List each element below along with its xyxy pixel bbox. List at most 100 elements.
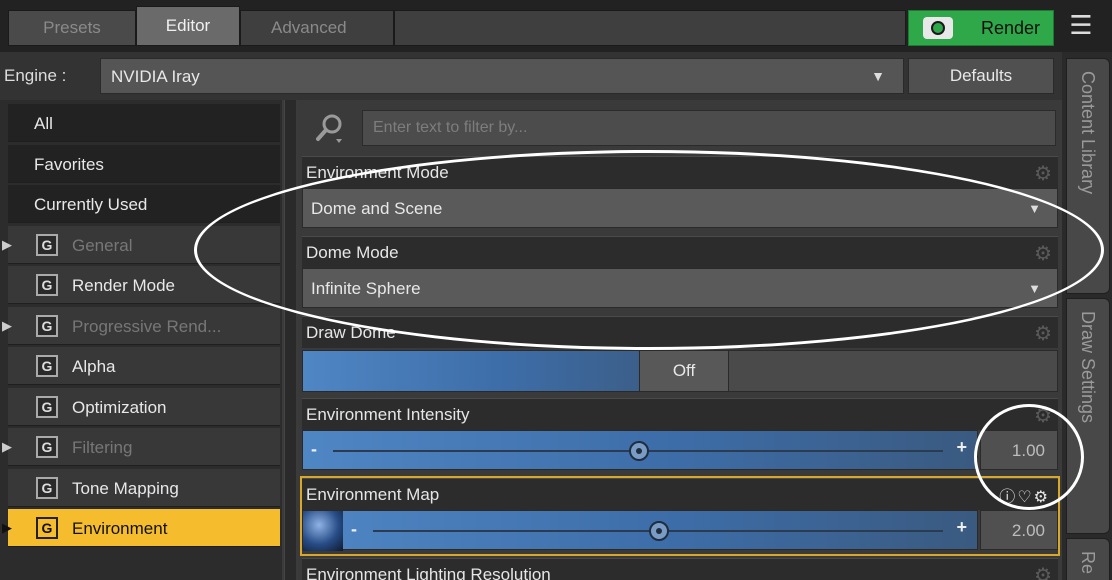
env-intensity-label: Environment Intensity	[306, 405, 470, 424]
sidebar-item-all[interactable]: All	[8, 104, 280, 142]
env-mode-label: Environment Mode	[306, 163, 449, 182]
gear-icon[interactable]: ⚙	[1034, 161, 1052, 186]
tab-presets[interactable]: Presets	[8, 10, 136, 46]
sidebar-item-label: Tone Mapping	[72, 478, 179, 498]
draw-dome-off-button[interactable]: Off	[639, 351, 729, 391]
env-intensity-value[interactable]: 1.00	[980, 430, 1058, 470]
category-list: All Favorites Currently Used ▶ G General G Rend…	[0, 100, 282, 580]
sidebar-item-label: All	[34, 114, 53, 133]
group-icon: G	[36, 395, 58, 418]
camera-icon	[923, 17, 953, 39]
filter-input[interactable]	[362, 110, 1056, 146]
engine-label: Engine :	[4, 66, 67, 85]
env-mode-dropdown[interactable]: Dome and Scene ▼	[302, 188, 1058, 228]
render-button[interactable]: Render	[908, 10, 1054, 46]
draw-dome-toggle[interactable]: Off	[302, 350, 1058, 392]
sidebar-item-label: General	[72, 235, 133, 255]
draw-dome-label: Draw Dome	[306, 323, 396, 342]
gear-icon[interactable]: ⚙	[1034, 241, 1052, 266]
env-map-value[interactable]: 2.00	[980, 510, 1058, 550]
expand-arrow-icon[interactable]: ▶	[2, 439, 12, 455]
sidebar-item-progressive-rend[interactable]: ▶ G Progressive Rend...	[2, 306, 280, 345]
tab-editor[interactable]: Editor	[136, 6, 240, 46]
info-icon[interactable]: ⓘ	[999, 489, 1017, 506]
slider-track[interactable]: - +	[302, 430, 978, 470]
property-panel: Environment Mode ⚙ Dome and Scene ▼ Dome…	[298, 100, 1060, 580]
chevron-down-icon: ▼	[1028, 281, 1041, 296]
side-tabs: Content Library Draw Settings Re	[1062, 52, 1112, 580]
sidebar-item-label: Favorites	[34, 154, 104, 174]
slider-knob[interactable]	[629, 441, 649, 461]
sidebar-item-currently-used[interactable]: Currently Used	[8, 185, 280, 223]
group-icon: G	[36, 476, 58, 499]
env-mode-title: Environment Mode ⚙	[302, 156, 1058, 188]
search-icon[interactable]	[310, 112, 350, 144]
sidebar-item-filtering[interactable]: ▶ G Filtering	[2, 428, 280, 466]
tab-render-label: Re	[1078, 551, 1098, 575]
sidebar-item-optimization[interactable]: G Optimization	[8, 387, 280, 426]
group-icon: G	[36, 436, 58, 458]
sidebar-item-tone-mapping[interactable]: G Tone Mapping	[8, 468, 280, 507]
env-mode-value: Dome and Scene	[311, 199, 443, 218]
engine-value: NVIDIA Iray	[111, 67, 200, 86]
tab-draw-settings-label: Draw Settings	[1078, 311, 1098, 424]
map-actions: ⓘ♡⚙	[999, 483, 1050, 507]
sidebar-item-environment[interactable]: ▶ G Environment	[2, 509, 280, 547]
env-map-slider[interactable]: - + 2.00	[302, 510, 1058, 551]
decrement-icon[interactable]: -	[311, 439, 317, 460]
tab-content-library-label: Content Library	[1078, 71, 1098, 195]
chevron-down-icon: ▼	[871, 68, 885, 84]
env-intensity-slider[interactable]: - + 1.00	[302, 430, 1058, 470]
gear-icon[interactable]: ⚙	[1034, 489, 1050, 506]
dome-mode-title: Dome Mode ⚙	[302, 236, 1058, 268]
gear-icon[interactable]: ⚙	[1034, 563, 1052, 580]
toggle-fill	[303, 351, 639, 391]
expand-arrow-icon[interactable]: ▶	[2, 237, 12, 253]
slider-track[interactable]: - +	[302, 510, 978, 551]
tab-content-library[interactable]: Content Library	[1066, 58, 1110, 294]
dome-mode-dropdown[interactable]: Infinite Sphere ▼	[302, 268, 1058, 308]
panel-splitter[interactable]	[284, 100, 296, 580]
chevron-down-icon: ▼	[1028, 201, 1041, 216]
slider-knob[interactable]	[649, 521, 669, 541]
group-icon: G	[36, 274, 58, 296]
sidebar-item-label: Alpha	[72, 357, 116, 376]
sidebar-item-label: Environment	[72, 519, 168, 538]
heart-icon[interactable]: ♡	[1017, 489, 1033, 506]
dome-mode-label: Dome Mode	[306, 243, 399, 262]
tab-draw-settings[interactable]: Draw Settings	[1066, 298, 1110, 534]
group-icon: G	[36, 517, 58, 539]
env-map-label: Environment Map	[306, 485, 440, 504]
increment-icon[interactable]: +	[956, 437, 967, 458]
env-intensity-title: Environment Intensity ⚙	[302, 398, 1058, 430]
sidebar-item-label: Render Mode	[72, 276, 176, 295]
sidebar-item-favorites[interactable]: Favorites	[8, 144, 280, 183]
sidebar-item-label: Progressive Rend...	[72, 316, 222, 336]
defaults-button[interactable]: Defaults	[908, 58, 1054, 94]
tab-advanced[interactable]: Advanced	[240, 10, 394, 46]
gear-icon[interactable]: ⚙	[1034, 321, 1052, 346]
expand-arrow-icon[interactable]: ▶	[2, 318, 12, 334]
draw-dome-title: Draw Dome ⚙	[302, 316, 1058, 348]
env-light-res-title: Environment Lighting Resolution ⚙	[302, 558, 1058, 580]
sidebar-item-label: Filtering	[72, 438, 133, 457]
sidebar-item-label: Optimization	[72, 397, 167, 417]
render-label: Render	[981, 18, 1041, 38]
gear-icon[interactable]: ⚙	[1034, 403, 1052, 428]
sidebar-item-alpha[interactable]: G Alpha	[8, 347, 280, 385]
decrement-icon[interactable]: -	[351, 519, 357, 540]
increment-icon[interactable]: +	[956, 517, 967, 538]
env-map-title: Environment Map ⓘ♡⚙	[302, 478, 1058, 510]
pane-menu-icon[interactable]: ☰	[1060, 8, 1102, 46]
tab-render[interactable]: Re	[1066, 538, 1110, 580]
sidebar-item-render-mode[interactable]: G Render Mode	[8, 266, 280, 304]
env-map-thumbnail[interactable]	[303, 511, 343, 551]
group-icon: G	[36, 314, 58, 337]
dome-mode-value: Infinite Sphere	[311, 279, 421, 298]
sidebar-item-general[interactable]: ▶ G General	[2, 225, 280, 264]
engine-select[interactable]: NVIDIA Iray ▼	[100, 58, 904, 94]
filter-bar	[304, 108, 1056, 148]
sidebar-item-label: Currently Used	[34, 195, 148, 214]
group-icon: G	[36, 355, 58, 377]
expand-arrow-icon[interactable]: ▶	[2, 520, 12, 536]
